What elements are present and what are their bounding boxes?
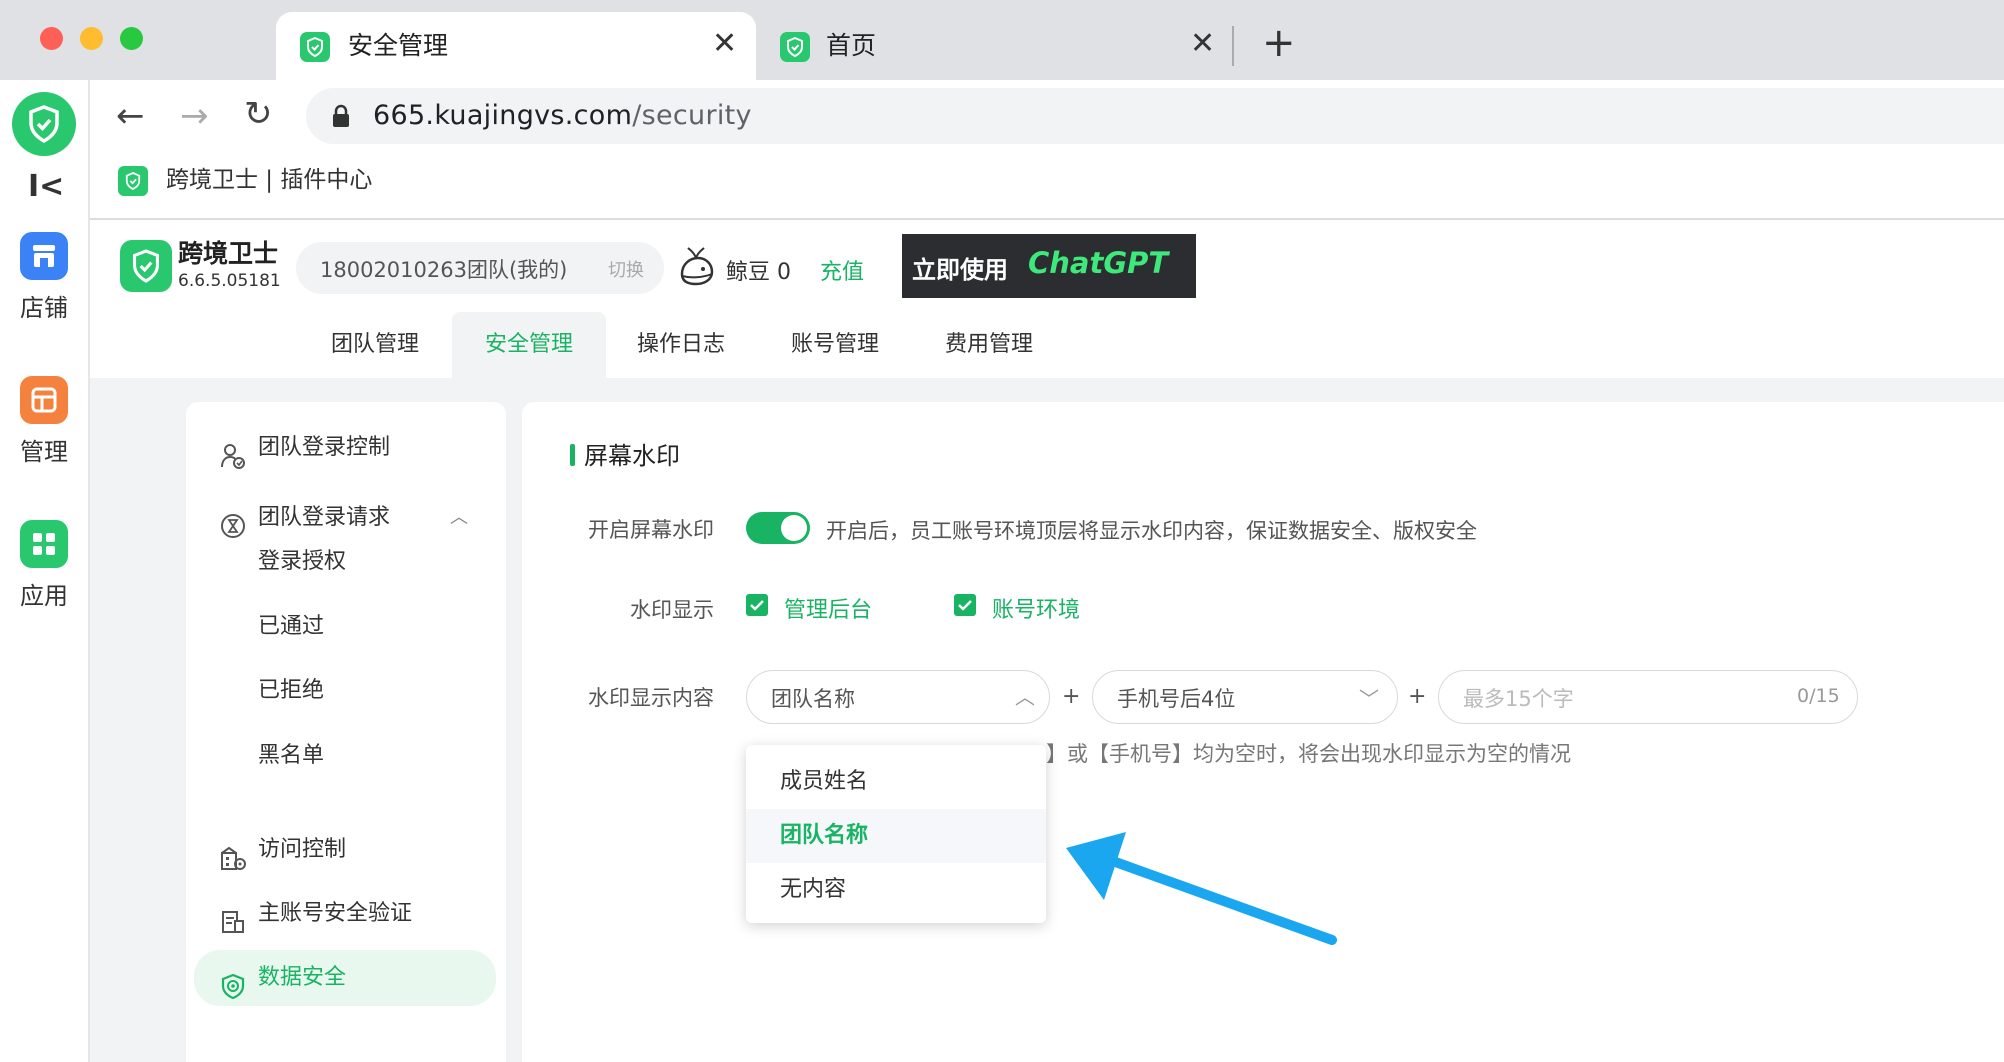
display-label: 水印显示 <box>630 598 714 622</box>
menu-label: 主账号安全验证 <box>258 901 413 926</box>
rail-item-manage[interactable]: 管理 <box>0 370 88 470</box>
collapse-rail-icon[interactable]: I< <box>28 170 64 204</box>
layout-icon <box>20 376 68 424</box>
store-icon <box>20 232 68 280</box>
section-title: 屏幕水印 <box>584 442 680 470</box>
menu-data-security[interactable]: 数据安全 <box>194 950 496 1006</box>
option-team-name[interactable]: 团队名称 <box>746 809 1046 863</box>
checkbox-admin-label[interactable]: 管理后台 <box>784 592 872 624</box>
checkbox-env[interactable] <box>954 594 976 616</box>
chatgpt-banner[interactable]: 立即使用 ChatGPT <box>902 234 1196 298</box>
toggle-label: 开启屏幕水印 <box>588 518 714 542</box>
rail-item-label: 应用 <box>20 582 68 610</box>
new-tab-button[interactable]: + <box>1262 18 1296 68</box>
rail-item-label: 店铺 <box>20 294 68 322</box>
rail-item-store[interactable]: 店铺 <box>0 226 88 326</box>
tab-team-manage[interactable]: 团队管理 <box>314 312 436 378</box>
team-name: 18002010263团队(我的) <box>320 258 568 282</box>
banner-text: 立即使用 <box>912 256 1008 284</box>
submenu-approved[interactable]: 已通过 <box>258 608 324 640</box>
brand-logo-icon <box>120 240 172 292</box>
tab-close-icon[interactable]: ✕ <box>712 26 737 62</box>
custom-text-input[interactable]: 最多15个字 0/15 <box>1438 670 1858 724</box>
option-no-content[interactable]: 无内容 <box>746 863 1046 917</box>
select-value: 团队名称 <box>771 687 855 711</box>
bookmark-item[interactable]: 跨境卫士 | 插件中心 <box>166 162 372 198</box>
hourglass-icon <box>220 505 246 538</box>
menu-main-account-verify[interactable]: 主账号安全验证 <box>186 886 506 942</box>
content-panel <box>522 402 2004 1062</box>
section-marker <box>570 444 575 466</box>
tab-home[interactable]: 首页 ✕ <box>760 12 1220 80</box>
minimize-window-button[interactable] <box>80 27 103 50</box>
content-label: 水印显示内容 <box>588 686 714 710</box>
watermark-content-select-2[interactable]: 手机号后4位 ﹀ <box>1092 670 1398 724</box>
plus-sign: + <box>1062 684 1081 709</box>
maximize-window-button[interactable] <box>120 27 143 50</box>
chevron-up-icon[interactable]: ︿ <box>450 490 468 546</box>
switch-team-button[interactable]: 切换 <box>608 256 644 282</box>
tab-close-icon[interactable]: ✕ <box>1190 26 1215 62</box>
menu-label: 访问控制 <box>258 837 347 862</box>
menu-team-login-request[interactable]: 团队登录请求 ︿ <box>186 490 506 546</box>
team-switcher[interactable]: 18002010263团队(我的) 切换 <box>296 242 664 294</box>
plus-sign: + <box>1408 684 1427 709</box>
toggle-description: 开启后，员工账号环境顶层将显示水印内容，保证数据安全、版权安全 <box>826 519 1477 543</box>
tab-title: 安全管理 <box>348 31 449 60</box>
select-value: 手机号后4位 <box>1117 687 1236 711</box>
hint-text: 】或【手机号】均为空时，将会出现水印显示为空的情况 <box>1046 742 1571 766</box>
submenu-login-auth[interactable]: 登录授权 <box>258 543 346 575</box>
user-lock-icon <box>220 435 246 469</box>
checkbox-env-label[interactable]: 账号环境 <box>992 592 1080 624</box>
menu-label: 团队登录请求 <box>258 505 391 530</box>
tab-divider <box>1232 26 1234 66</box>
security-side-menu: 团队登录控制 团队登录请求 ︿ 登录授权 已通过 已拒绝 黑名单 访问控制 主账… <box>186 402 506 1062</box>
bookmark-favicon-icon <box>118 166 148 196</box>
close-window-button[interactable] <box>40 27 63 50</box>
tab-security[interactable]: 安全管理 ✕ <box>276 12 756 80</box>
url-text: 665.kuajingvs.com/security <box>373 100 752 131</box>
building-icon <box>220 837 246 870</box>
rail-item-apps[interactable]: 应用 <box>0 514 88 614</box>
beans-balance: 鲸豆 0 <box>726 260 791 285</box>
select-dropdown-menu: 成员姓名 团队名称 无内容 <box>746 745 1046 923</box>
menu-team-login-control[interactable]: 团队登录控制 <box>186 420 506 476</box>
app-logo-icon <box>12 92 76 156</box>
toggle-knob <box>781 515 807 541</box>
brand-name: 跨境卫士 <box>178 239 279 268</box>
shield-favicon-icon <box>780 32 810 62</box>
submenu-rejected[interactable]: 已拒绝 <box>258 672 324 704</box>
shield-check-icon <box>220 965 246 1000</box>
rail-item-label: 管理 <box>20 438 68 466</box>
tab-fee-manage[interactable]: 费用管理 <box>928 312 1050 378</box>
chevron-up-icon: ︿ <box>1015 685 1035 709</box>
tab-security-manage[interactable]: 安全管理 <box>452 312 606 378</box>
back-arrow-icon[interactable]: ← <box>116 96 145 136</box>
checkbox-admin[interactable] <box>746 594 768 616</box>
menu-access-control[interactable]: 访问控制 <box>186 822 506 878</box>
watermark-toggle[interactable] <box>746 512 810 544</box>
document-check-icon <box>220 901 246 933</box>
chevron-down-icon: ﹀ <box>1359 687 1379 711</box>
banner-chatgpt-text: ChatGPT <box>1028 246 1169 280</box>
menu-label: 数据安全 <box>258 965 347 990</box>
tab-title: 首页 <box>826 31 877 60</box>
annotation-arrow-icon <box>1066 832 1337 945</box>
recharge-link[interactable]: 充值 <box>820 254 864 286</box>
tab-account-manage[interactable]: 账号管理 <box>774 312 896 378</box>
char-counter: 0/15 <box>1797 685 1840 707</box>
shield-favicon-icon <box>300 32 330 62</box>
custom-text-placeholder: 最多15个字 <box>1463 687 1574 711</box>
tab-operation-log[interactable]: 操作日志 <box>620 312 742 378</box>
forward-arrow-icon[interactable]: → <box>180 96 209 136</box>
app-version: 6.6.5.05181 <box>178 271 281 291</box>
apps-icon <box>20 520 68 568</box>
submenu-blacklist[interactable]: 黑名单 <box>258 737 324 769</box>
option-member-name[interactable]: 成员姓名 <box>746 755 1046 809</box>
reload-icon[interactable]: ↻ <box>244 94 273 134</box>
watermark-content-select-1[interactable]: 团队名称 ︿ <box>746 670 1050 724</box>
whale-bean-icon <box>676 244 716 292</box>
menu-label: 团队登录控制 <box>258 435 391 460</box>
lock-icon <box>332 104 350 132</box>
